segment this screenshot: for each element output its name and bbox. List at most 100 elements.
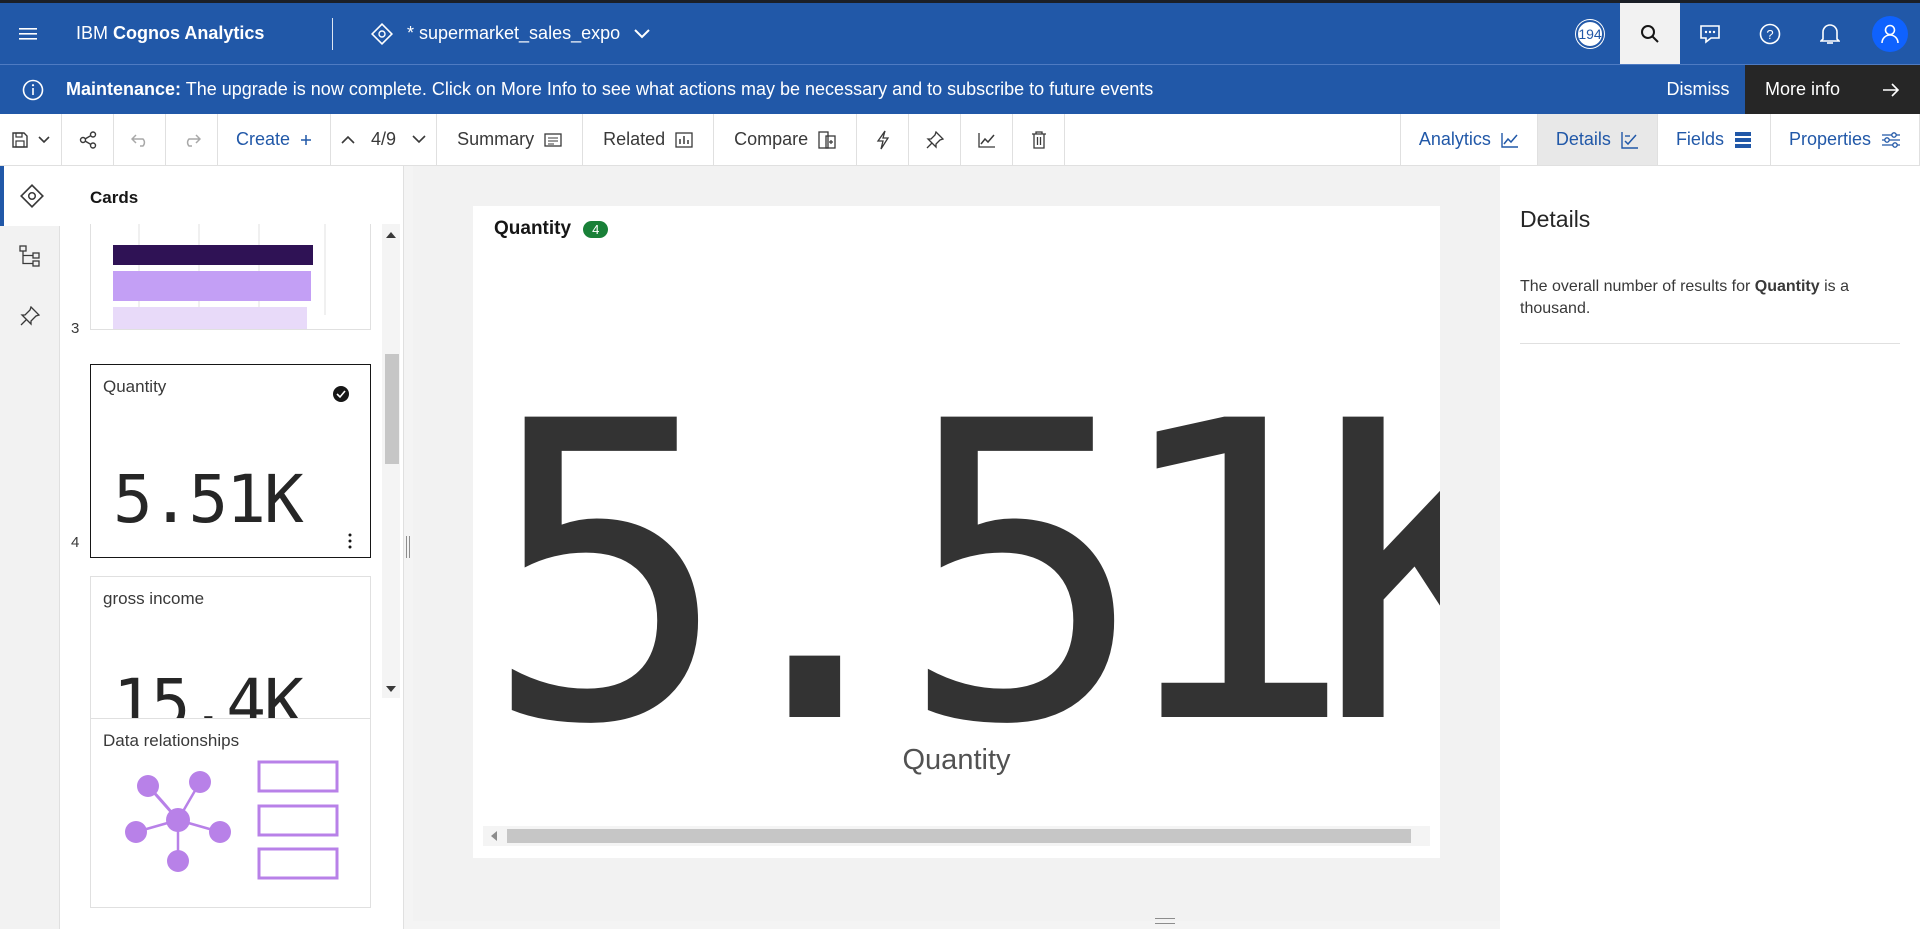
create-label: Create — [236, 129, 291, 149]
delete-button[interactable] — [1013, 114, 1066, 165]
undo-button[interactable] — [114, 114, 166, 165]
tab-analytics[interactable]: Analytics — [1401, 114, 1538, 165]
panel-tabs: Analytics Details Fields Properties — [1399, 114, 1920, 165]
tab-properties[interactable]: Properties — [1771, 114, 1920, 165]
share-icon — [79, 130, 96, 149]
analytics-icon — [1501, 132, 1518, 148]
compare-icon — [818, 130, 836, 149]
svg-text:?: ? — [1766, 27, 1773, 42]
summary-button[interactable]: Summary — [437, 114, 584, 165]
notification-count-badge: 194 — [1576, 19, 1604, 48]
help-button[interactable]: ? — [1740, 3, 1800, 64]
fields-label: Fields — [1675, 129, 1724, 149]
kpi-visualization[interactable]: Quantity 4 5.51K Quantity — [473, 206, 1440, 858]
document-title-switcher[interactable]: * supermarket_sales_expo — [371, 22, 650, 45]
card-title: Data relationships — [103, 731, 240, 750]
create-button[interactable]: Create — [218, 114, 332, 165]
maintenance-banner: Maintenance: The upgrade is now complete… — [0, 64, 1920, 114]
document-title: * supermarket_sales_expo — [407, 23, 621, 43]
scroll-left-icon[interactable] — [491, 831, 497, 841]
canvas-resize-handle[interactable] — [1155, 918, 1175, 924]
scroll-up-icon[interactable] — [386, 232, 396, 238]
scrollbar-thumb[interactable] — [385, 354, 399, 464]
kpi-value: 5.51K — [483, 336, 1440, 815]
avatar — [1872, 15, 1908, 52]
banner-message: Maintenance: The upgrade is now complete… — [66, 79, 1153, 100]
pin-button[interactable] — [909, 114, 962, 165]
card-canvas: Quantity 4 5.51K Quantity — [413, 166, 1500, 921]
rail-hierarchy-button[interactable] — [0, 226, 60, 286]
related-button[interactable]: Related — [583, 114, 715, 165]
arrow-right-icon — [1883, 82, 1900, 97]
card-title: Quantity — [103, 377, 167, 396]
tab-fields[interactable]: Fields — [1658, 114, 1771, 165]
notifications-count-button[interactable]: 194 — [1560, 3, 1620, 64]
thumbnail-bar — [113, 307, 307, 329]
user-account-button[interactable] — [1860, 3, 1920, 64]
card-list-scrollbar[interactable] — [382, 224, 400, 698]
undo-icon — [130, 133, 145, 147]
redo-button[interactable] — [166, 114, 218, 165]
banner-text: The upgrade is now complete. Click on Mo… — [185, 79, 1154, 99]
dismiss-button[interactable]: Dismiss — [1651, 65, 1745, 114]
card-kpi-value: 5.51K — [113, 461, 304, 538]
card-index: 3 — [71, 320, 80, 337]
notifications-button[interactable] — [1800, 3, 1860, 64]
save-menu-button[interactable] — [0, 114, 62, 165]
cards-panel: Cards 3 Quantity 5.51K 4 gross income 15… — [60, 166, 404, 929]
details-label: Details — [1555, 129, 1611, 149]
tab-details[interactable]: Details — [1537, 114, 1658, 165]
help-icon: ? — [1759, 23, 1781, 44]
rail-cards-button[interactable] — [0, 166, 60, 226]
visualization-title-text: Quantity — [494, 218, 572, 239]
compare-button[interactable]: Compare — [714, 114, 858, 165]
chat-button[interactable] — [1680, 3, 1740, 64]
save-icon — [11, 131, 28, 148]
more-info-button[interactable]: More info — [1745, 65, 1920, 114]
info-icon — [22, 79, 44, 100]
hamburger-menu-button[interactable] — [0, 3, 56, 64]
related-icon — [675, 131, 693, 148]
horizontal-scrollbar-thumb[interactable] — [507, 829, 1411, 843]
summary-icon — [544, 132, 562, 147]
hierarchy-icon — [19, 245, 40, 267]
properties-label: Properties — [1788, 129, 1871, 149]
rail-pins-button[interactable] — [0, 286, 60, 346]
search-button[interactable] — [1620, 3, 1680, 64]
details-icon — [1621, 131, 1638, 149]
details-text-before: The overall number of results for — [1520, 278, 1755, 295]
card-item-selected[interactable]: Quantity 5.51K — [90, 364, 371, 558]
line-chart-icon — [978, 132, 995, 148]
share-button[interactable] — [62, 114, 114, 165]
insights-button[interactable] — [857, 114, 910, 165]
visualization-title: Quantity 4 — [494, 218, 609, 240]
scroll-down-icon[interactable] — [386, 686, 396, 692]
card-item[interactable]: gross income 15.4K — [90, 576, 371, 736]
chevron-up-icon[interactable] — [341, 135, 355, 144]
trend-button[interactable] — [961, 114, 1014, 165]
left-rail — [0, 166, 60, 929]
analytics-label: Analytics — [1418, 129, 1491, 149]
menu-icon — [19, 27, 37, 40]
cards-icon — [20, 184, 44, 208]
fields-icon — [1734, 131, 1751, 148]
details-text-bold: Quantity — [1754, 278, 1820, 295]
card-pager: 4/9 — [331, 114, 438, 165]
card-title: gross income — [103, 589, 205, 608]
bar-chart-thumbnail — [113, 224, 326, 329]
toolbar: Create 4/9 Summary Related Compare Analy… — [0, 114, 1920, 166]
dashboard-icon — [371, 22, 393, 45]
details-panel: Details The overall number of results fo… — [1500, 166, 1920, 929]
top-header: IBM Cognos Analytics * supermarket_sales… — [0, 0, 1920, 64]
checkmark-filled-icon — [333, 386, 349, 402]
overflow-menu-icon[interactable] — [348, 533, 352, 549]
card-item[interactable] — [90, 224, 371, 330]
horizontal-scrollbar[interactable] — [483, 826, 1430, 846]
card-data-relationships[interactable]: Data relationships — [90, 718, 371, 908]
panel-resize-handle[interactable] — [406, 536, 410, 558]
summary-label: Summary — [457, 129, 535, 149]
pager-position: 4/9 — [371, 129, 397, 149]
pin-icon — [20, 306, 40, 326]
chevron-down-icon[interactable] — [412, 135, 426, 144]
kpi-label: Quantity — [902, 744, 1011, 776]
